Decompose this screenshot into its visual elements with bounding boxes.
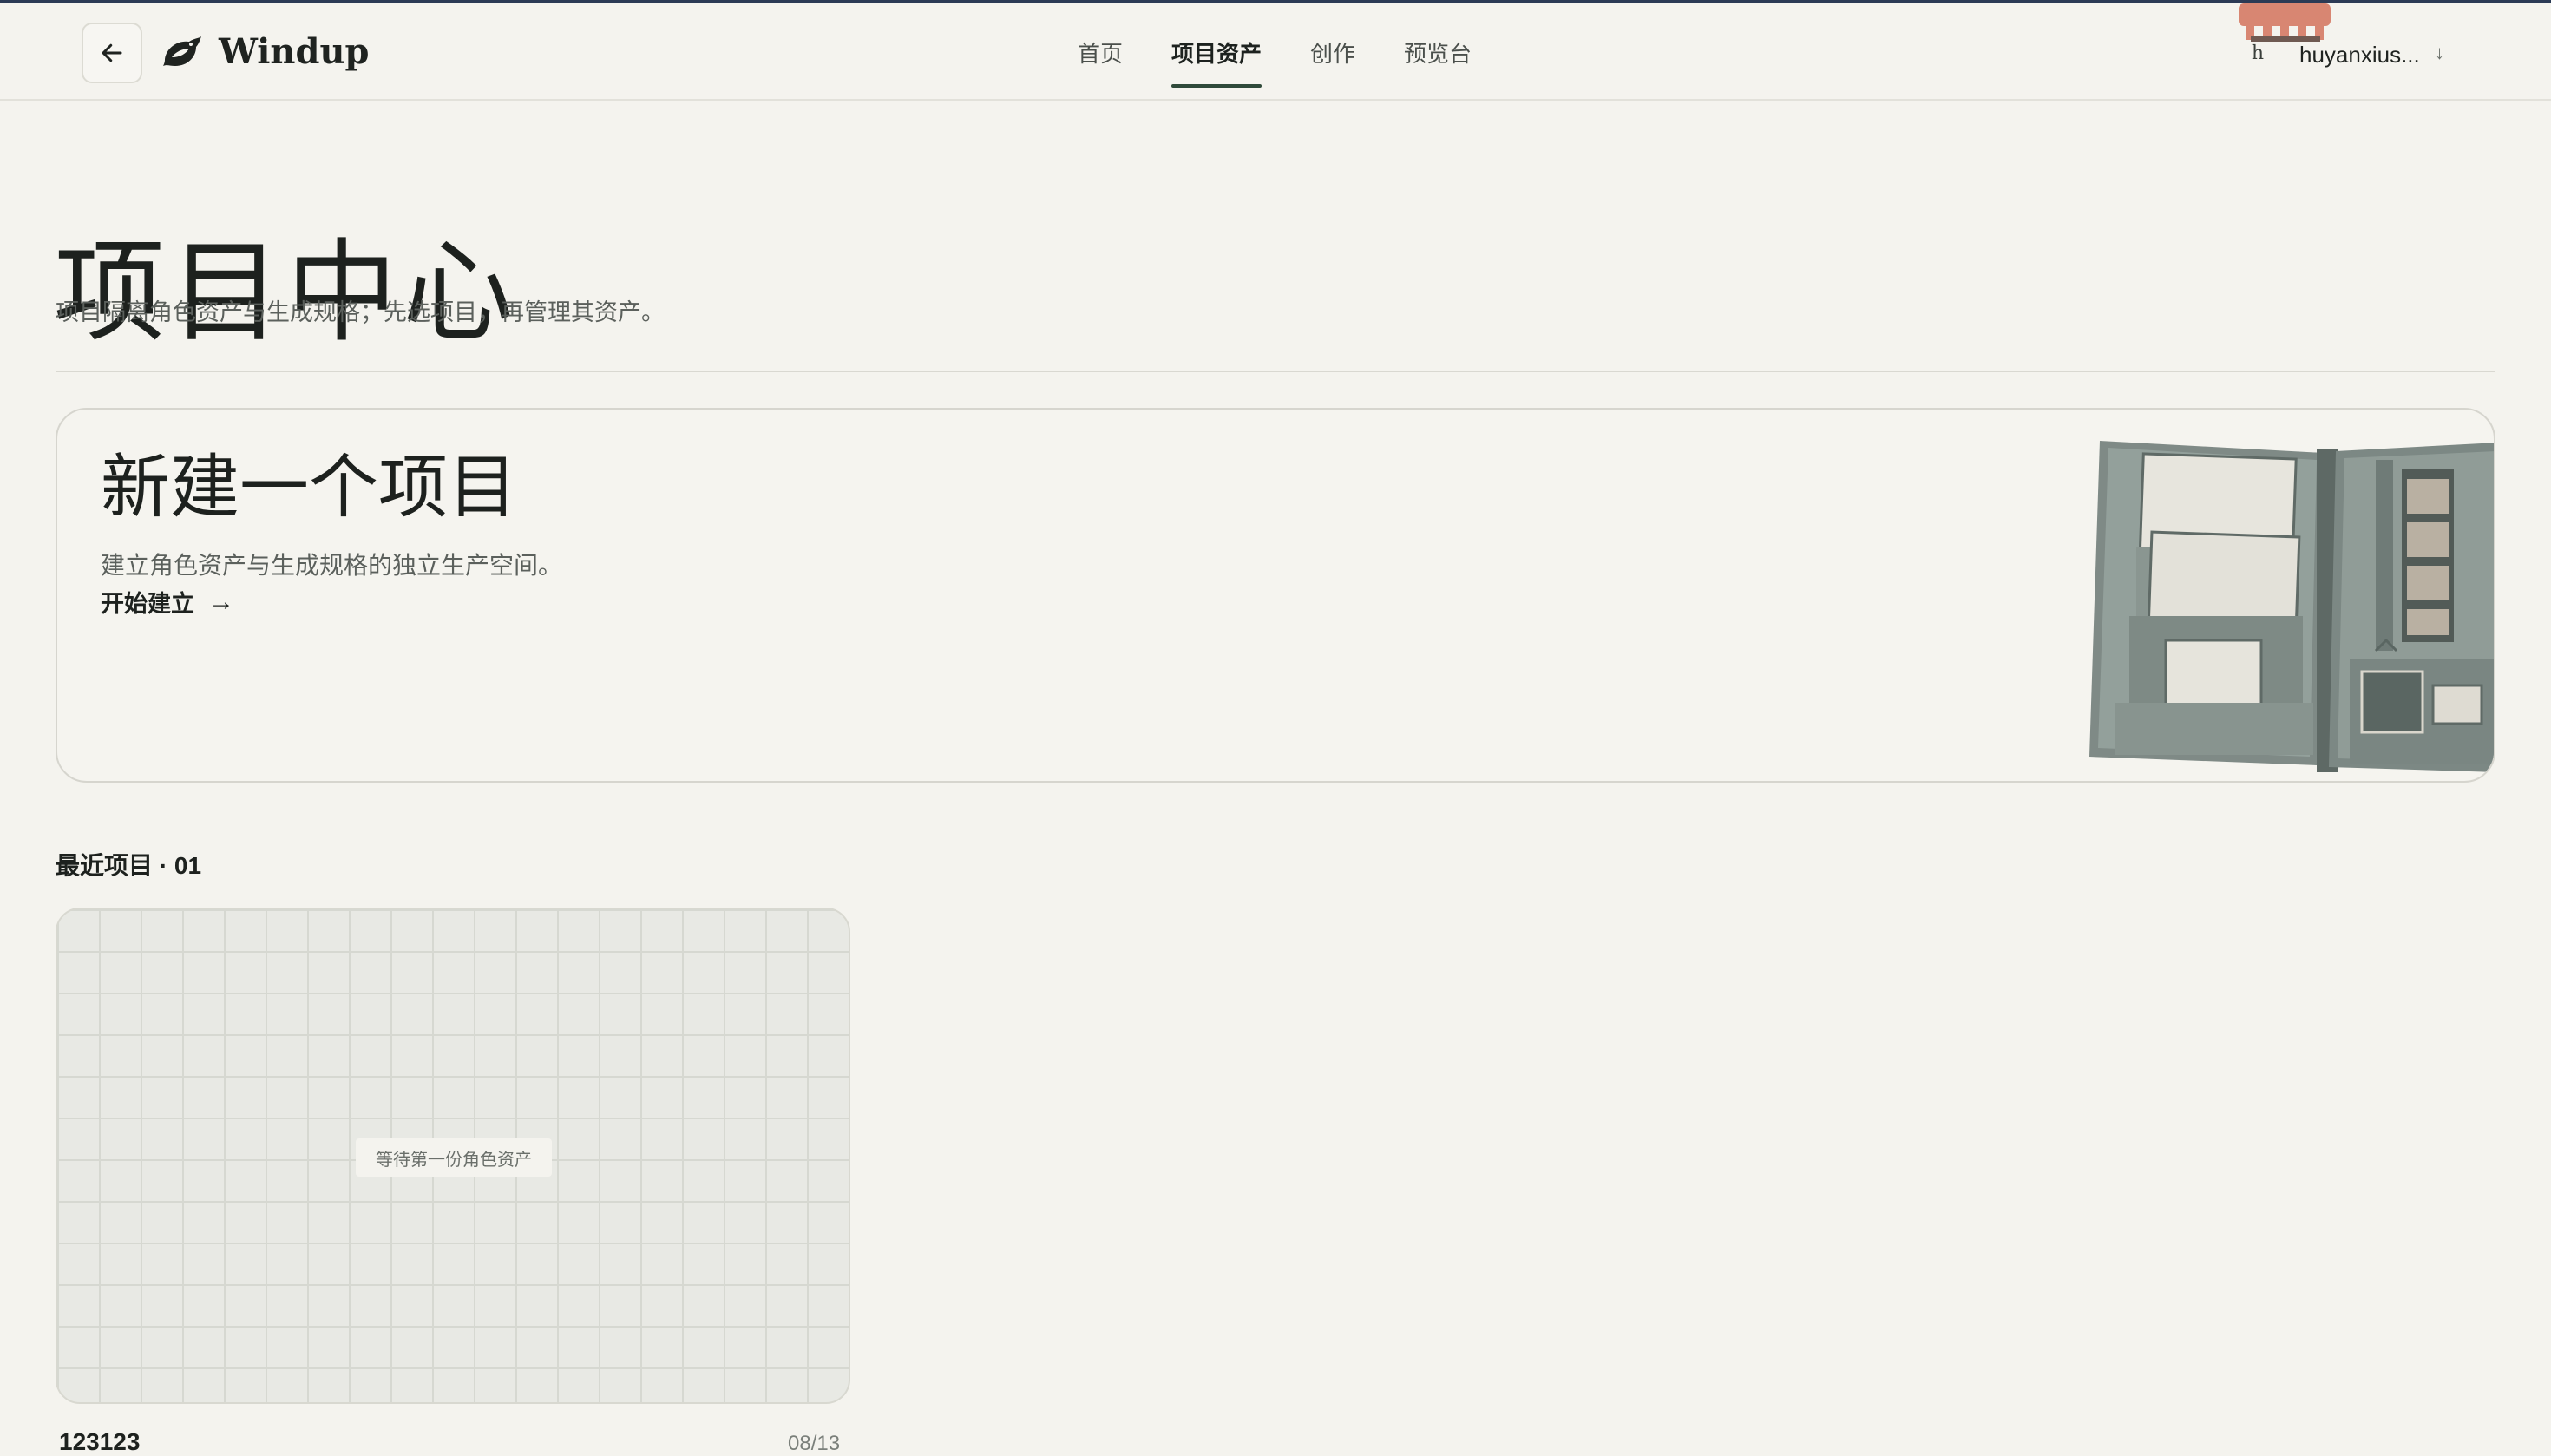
project-name[interactable]: 123123 [59,1428,140,1456]
arrow-right-icon: → [208,587,234,616]
top-header: Windup 首页 项目资产 创作 预览台 h huyanxius... ↓ [0,3,2551,101]
new-project-title: 新建一个项目 [101,447,517,528]
section-divider [56,371,2495,372]
bird-logo-icon[interactable] [158,30,205,76]
new-project-card[interactable]: 新建一个项目 建立角色资产与生成规格的独立生产空间。 开始建立 → [56,408,2495,783]
nav-item-home[interactable]: 首页 [1078,36,1123,88]
nav-item-create[interactable]: 创作 [1310,36,1355,88]
user-menu-caret-icon[interactable]: ↓ [2435,42,2444,64]
main-nav: 首页 项目资产 创作 预览台 [1078,36,1520,88]
new-project-description: 建立角色资产与生成规格的独立生产空间。 [101,552,563,579]
empty-assets-placeholder: 等待第一份角色资产 [356,1138,552,1177]
nav-item-project-assets[interactable]: 项目资产 [1171,36,1262,88]
project-card-thumbnail[interactable]: 等待第一份角色资产 [56,908,850,1404]
arrow-left-icon [102,43,122,62]
brand-name[interactable]: Windup [219,31,370,72]
user-name[interactable]: huyanxius... [2299,42,2420,69]
recent-projects-heading: 最近项目 · 01 [56,852,202,879]
user-avatar[interactable]: h [2240,36,2275,71]
page-subtitle: 项目隔离角色资产与生成规格；先选项目，再管理其资产。 [56,299,665,325]
start-create-label: 开始建立 [101,591,194,617]
nav-item-preview[interactable]: 预览台 [1404,36,1472,88]
start-create-link[interactable]: 开始建立 → [101,585,234,619]
back-button[interactable] [82,23,142,83]
folder-illustration-icon [2089,441,2494,772]
